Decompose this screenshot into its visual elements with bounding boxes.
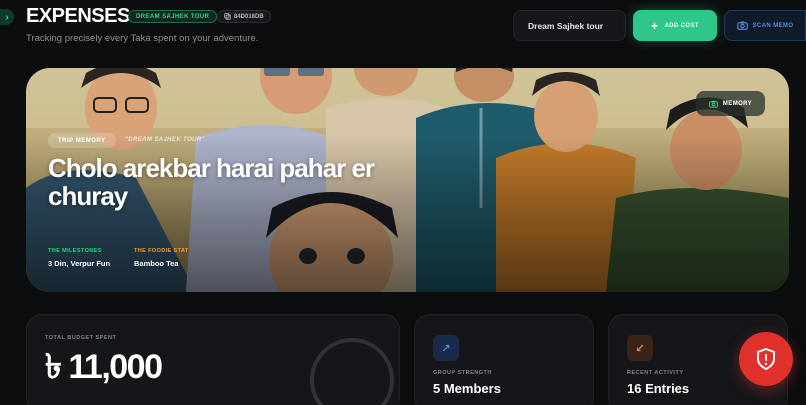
foodie-stat-value: Bamboo Tea (134, 259, 179, 268)
milestones-label: THE MILESTONES (48, 248, 102, 254)
shield-alert-icon (757, 348, 775, 370)
trip-id-badge[interactable]: 84D018DB (217, 10, 271, 23)
add-cost-label: ADD COST (664, 22, 699, 29)
chevron-right-icon: › (5, 11, 9, 23)
page-title: EXPENSES (26, 5, 130, 27)
scan-memo-label: SCAN MEMO (752, 22, 794, 29)
trip-select[interactable]: Dream Sajhek tour (513, 10, 626, 41)
group-strength-card: ↗ GROUP STRENGTH 5 Members (414, 314, 594, 405)
group-strength-value: 5 Members (433, 381, 501, 396)
foodie-stat-label: THE FOODIE STAT (134, 248, 189, 254)
budget-value: ৳ 11,000 (45, 348, 163, 386)
camera-icon (736, 21, 748, 30)
plus-icon: + (651, 18, 659, 33)
page-subtitle: Tracking precisely every Taka spent on y… (26, 33, 259, 44)
trip-name-badge: DREAM SAJHEK TOUR (128, 10, 218, 23)
recent-activity-label: RECENT ACTIVITY (627, 370, 684, 376)
arrow-up-right-icon: ↗ (433, 335, 459, 361)
scan-memo-button[interactable]: SCAN MEMO (724, 10, 806, 41)
sidebar-toggle-button[interactable]: › (0, 9, 14, 25)
trip-memory-badge: TRIP MEMORY (48, 133, 116, 148)
memory-button[interactable]: MEMORY (696, 91, 765, 116)
trip-memory-banner: TRIP MEMORY "DREAM SAJHEK TOUR" Cholo ar… (26, 68, 789, 292)
memory-title: Cholo arekbar harai pahar er churay (48, 153, 375, 211)
camera-icon (709, 100, 718, 108)
trip-quote: "DREAM SAJHEK TOUR" (125, 137, 205, 143)
budget-card: TOTAL BUDGET SPENT ৳ 11,000 (26, 314, 400, 405)
arrow-down-left-icon: ↙ (627, 335, 653, 361)
group-strength-label: GROUP STRENGTH (433, 370, 492, 376)
taka-watermark-icon (310, 338, 394, 405)
trip-id-text: 84D018DB (234, 13, 264, 20)
milestones-value: 3 Din, Verpur Fun (48, 259, 111, 268)
shield-action-button[interactable] (739, 332, 793, 386)
memory-button-label: MEMORY (722, 100, 753, 107)
copy-icon (224, 13, 231, 20)
recent-activity-value: 16 Entries (627, 381, 690, 396)
add-cost-button[interactable]: + ADD COST (633, 10, 717, 41)
